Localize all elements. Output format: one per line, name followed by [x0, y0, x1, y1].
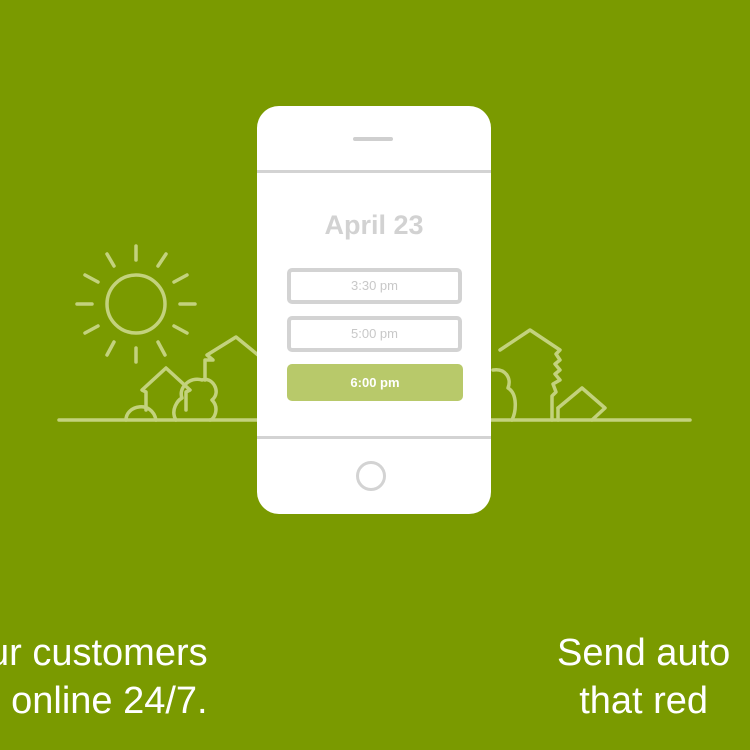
phone-bottom-divider — [257, 436, 491, 439]
caption-right: Send auto that red — [557, 629, 730, 725]
caption-left-line2: online 24/7. — [0, 680, 208, 722]
phone-top-divider — [257, 170, 491, 173]
home-button-icon[interactable] — [356, 461, 386, 491]
caption-right-line2: that red — [579, 680, 709, 722]
bushes-right-icon — [491, 328, 607, 422]
bushes-left-icon — [124, 335, 260, 422]
caption-left-line1: ur customers — [0, 632, 208, 674]
phone-speaker — [353, 137, 393, 141]
sun-icon — [75, 244, 197, 364]
time-slot-button-selected[interactable]: 6:00 pm — [287, 364, 463, 401]
caption-left: ur customers online 24/7. — [0, 629, 208, 725]
booking-date: April 23 — [324, 210, 424, 240]
onboarding-slide: April 23 3:30 pm 5:00 pm 6:00 pm ur cust… — [0, 0, 750, 750]
phone-mockup: April 23 3:30 pm 5:00 pm 6:00 pm — [257, 106, 491, 514]
caption-right-line1: Send auto — [557, 632, 731, 674]
time-slot-button[interactable]: 5:00 pm — [287, 316, 462, 352]
time-slot-button[interactable]: 3:30 pm — [287, 268, 462, 304]
